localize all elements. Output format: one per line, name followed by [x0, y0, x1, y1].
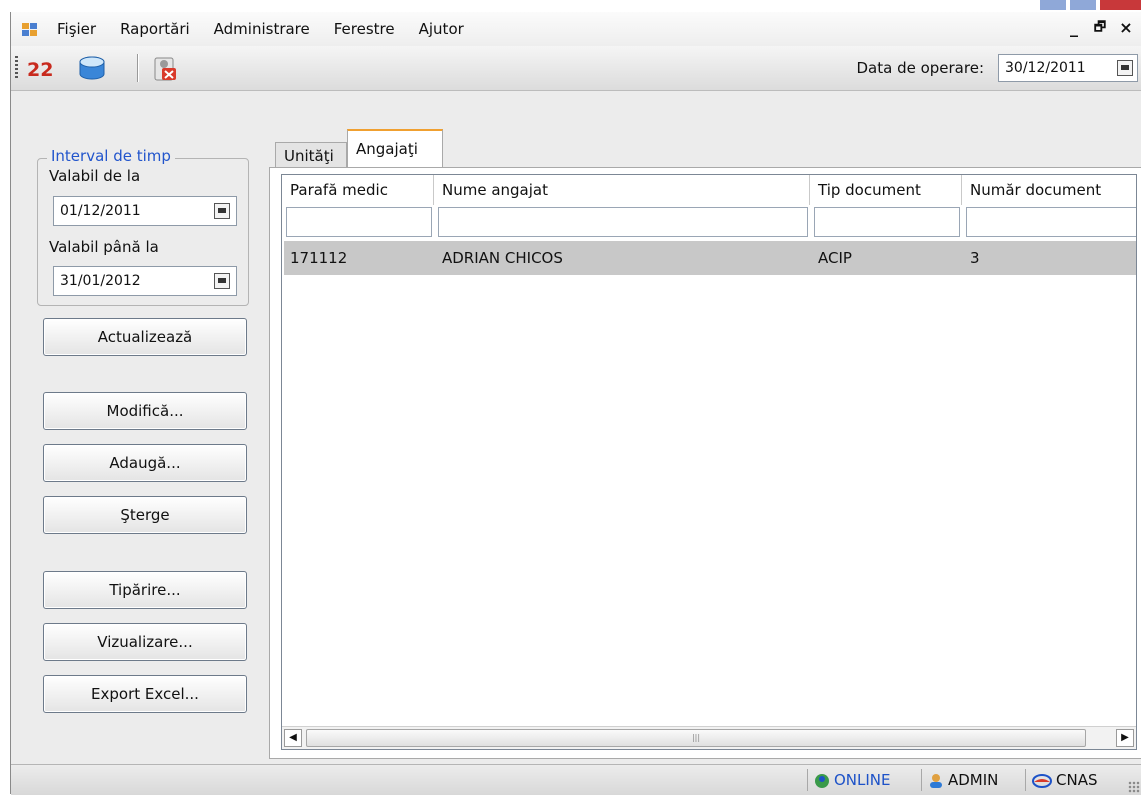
user-remove-icon[interactable] [147, 52, 181, 84]
menu-rapoarte[interactable]: Raportări [108, 20, 202, 38]
filter-name-input[interactable] [438, 207, 808, 237]
menu-fisier[interactable]: Fişier [45, 20, 108, 38]
status-user: ADMIN [921, 769, 998, 791]
calendar-dropdown-icon[interactable] [1117, 60, 1133, 76]
menu-ajutor[interactable]: Ajutor [407, 20, 476, 38]
mdi-restore-button[interactable]: 🗗 [1092, 18, 1108, 40]
title-strip [0, 0, 1141, 12]
maximize-window-button[interactable] [1070, 0, 1096, 10]
column-header-doc-type[interactable]: Tip document [810, 175, 962, 205]
status-bar: ONLINE ADMIN CNAS [11, 764, 1141, 795]
status-online: ONLINE [807, 769, 891, 791]
calendar-dropdown-icon[interactable] [214, 273, 230, 289]
column-header-doc-number[interactable]: Număr document [962, 175, 1136, 205]
employees-grid: Parafă medic Nume angajat Tip document N… [281, 174, 1137, 750]
minimize-window-button[interactable] [1040, 0, 1066, 10]
toolbar: 22 Data de operare: 30/12/2011 [11, 46, 1141, 91]
resize-grip[interactable] [1128, 781, 1140, 793]
export-excel-button[interactable]: Export Excel... [43, 675, 247, 713]
mdi-minimize-button[interactable]: _ [1066, 18, 1082, 40]
modify-button[interactable]: Modifică... [43, 392, 247, 430]
filter-parafa-input[interactable] [286, 207, 432, 237]
valid-from-field[interactable]: 01/12/2011 [53, 196, 237, 226]
menu-ferestre[interactable]: Ferestre [322, 20, 407, 38]
cell-doc-type: ACIP [818, 249, 852, 267]
valid-to-label: Valabil până la [49, 238, 159, 256]
scroll-left-icon[interactable]: ◀ [284, 729, 302, 747]
status-org-text: CNAS [1056, 771, 1098, 789]
tab-employees[interactable]: Angajaţi [347, 129, 443, 168]
scroll-thumb[interactable]: ||| [306, 729, 1086, 747]
cell-name: ADRIAN CHICOS [442, 249, 563, 267]
operation-date-label: Data de operare: [856, 59, 984, 77]
valid-to-field[interactable]: 31/01/2012 [53, 266, 237, 296]
cell-doc-number: 3 [970, 249, 980, 267]
refresh-button[interactable]: Actualizează [43, 318, 247, 356]
cnas-logo-icon [1032, 773, 1052, 788]
valid-to-value: 31/01/2012 [60, 273, 141, 289]
horizontal-scrollbar[interactable]: ◀ ||| ▶ [282, 726, 1136, 749]
status-org: CNAS [1025, 769, 1097, 791]
cell-parafa: 171112 [290, 249, 348, 267]
toolbar-separator [137, 54, 139, 82]
status-user-text: ADMIN [948, 771, 999, 789]
status-online-text: ONLINE [834, 771, 891, 789]
calendar-dropdown-icon[interactable] [214, 203, 230, 219]
valid-from-label: Valabil de la [49, 167, 141, 185]
grid-header: Parafă medic Nume angajat Tip document N… [282, 175, 1136, 205]
filter-doc-number-input[interactable] [966, 207, 1136, 237]
column-header-name[interactable]: Nume angajat [434, 175, 810, 205]
add-button[interactable]: Adaugă... [43, 444, 247, 482]
filter-doc-type-input[interactable] [814, 207, 960, 237]
table-row[interactable]: 171112 ADRIAN CHICOS ACIP 3 [284, 241, 1136, 275]
delete-button[interactable]: Şterge [43, 496, 247, 534]
svg-text:22: 22 [27, 59, 53, 81]
database-icon[interactable] [75, 52, 109, 84]
toolbar-grip[interactable] [15, 56, 18, 78]
time-interval-title: Interval de timp [47, 147, 175, 165]
app-icon [21, 21, 39, 37]
operation-date-field[interactable]: 30/12/2011 [998, 54, 1138, 82]
valid-from-value: 01/12/2011 [60, 203, 141, 219]
main-window: Fişier Raportări Administrare Ferestre A… [10, 12, 1141, 795]
mdi-controls: _ 🗗 × [1066, 18, 1134, 40]
operation-date-value: 30/12/2011 [1005, 60, 1086, 76]
scroll-right-icon[interactable]: ▶ [1116, 729, 1134, 747]
tab-units[interactable]: Unităţi [275, 142, 347, 168]
close-window-button[interactable] [1100, 0, 1141, 10]
calendar-22-icon[interactable]: 22 [25, 52, 59, 84]
column-header-parafa[interactable]: Parafă medic [282, 175, 434, 205]
print-button[interactable]: Tipărire... [43, 571, 247, 609]
preview-button[interactable]: Vizualizare... [43, 623, 247, 661]
menu-bar: Fişier Raportări Administrare Ferestre A… [11, 12, 1141, 46]
mdi-close-button[interactable]: × [1118, 18, 1134, 40]
globe-user-icon [815, 773, 829, 788]
user-icon [930, 773, 942, 788]
menu-administrare[interactable]: Administrare [202, 20, 322, 38]
